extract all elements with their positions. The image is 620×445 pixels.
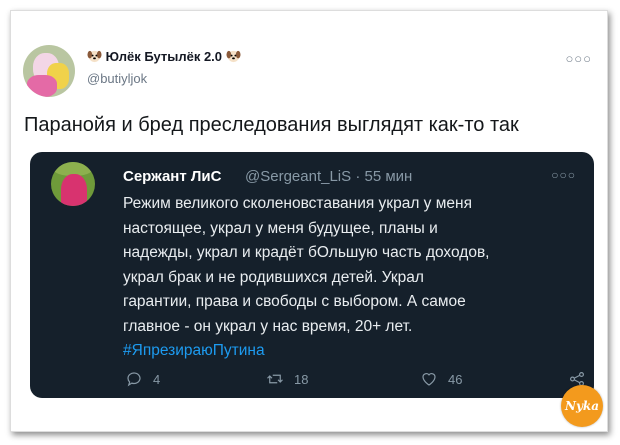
quoted-author-handle[interactable]: @Sergeant_LiS	[245, 168, 351, 185]
tweet-line: украл брак и не родившихся детей. Украл	[123, 268, 424, 286]
reply-icon	[127, 372, 141, 387]
author-avatar[interactable]	[23, 45, 75, 97]
author-name: Юлёк Бутылёк 2.0	[105, 49, 223, 64]
dog-emoji-icon	[226, 50, 241, 63]
quoted-more-icon[interactable]: ○○○	[551, 168, 576, 182]
action-bar: 4 18 46	[125, 370, 585, 392]
more-icon[interactable]: ○○○	[565, 51, 592, 66]
quoted-tweet-text: Режим великого сколеновставания украл у …	[123, 192, 563, 364]
like-button[interactable]: 46	[420, 370, 462, 388]
tweet-line: гарантии, права и свободы с выбором. А с…	[123, 293, 466, 310]
tweet-line: надежды, украл и крадёт бОльшую часть до…	[123, 244, 490, 261]
retweet-count: 18	[294, 371, 309, 387]
tweet-line: Режим великого сколеновставания украл у …	[123, 195, 472, 212]
watermark-logo: Nyka	[561, 385, 603, 427]
tweet-text: Паранойя и бред преследования выглядят к…	[24, 114, 519, 136]
dog-emoji-icon	[87, 50, 102, 63]
tweet-line: настоящее, украл у меня будущее, планы и	[123, 219, 438, 237]
retweet-button[interactable]: 18	[266, 370, 308, 388]
author-handle[interactable]: @butiyljok	[87, 71, 147, 86]
tweet-screenshot: Юлёк Бутылёк 2.0 @butiyljok ○○○ Паранойя…	[10, 10, 608, 432]
hashtag-link[interactable]: #ЯпрезираюПутина	[123, 339, 563, 364]
reply-button[interactable]: 4	[125, 370, 160, 388]
author-name-row[interactable]: Юлёк Бутылёк 2.0	[87, 49, 241, 64]
quoted-timestamp[interactable]: 55 мин	[364, 168, 412, 185]
meta-separator: ·	[355, 168, 361, 185]
quoted-tweet[interactable]: Сержант ЛиС @Sergeant_LiS · 55 мин ○○○ Р…	[30, 152, 594, 398]
quoted-author-name[interactable]: Сержант ЛиС	[123, 168, 221, 185]
heart-icon	[422, 373, 436, 386]
quoted-author-avatar[interactable]	[51, 162, 95, 206]
tweet-line: главное - он украл у нас время, 20+ лет.	[123, 317, 413, 335]
quoted-meta: @Sergeant_LiS · 55 мин	[245, 168, 412, 185]
reply-count: 4	[153, 371, 161, 387]
like-count: 46	[448, 371, 463, 387]
retweet-icon	[267, 374, 283, 384]
